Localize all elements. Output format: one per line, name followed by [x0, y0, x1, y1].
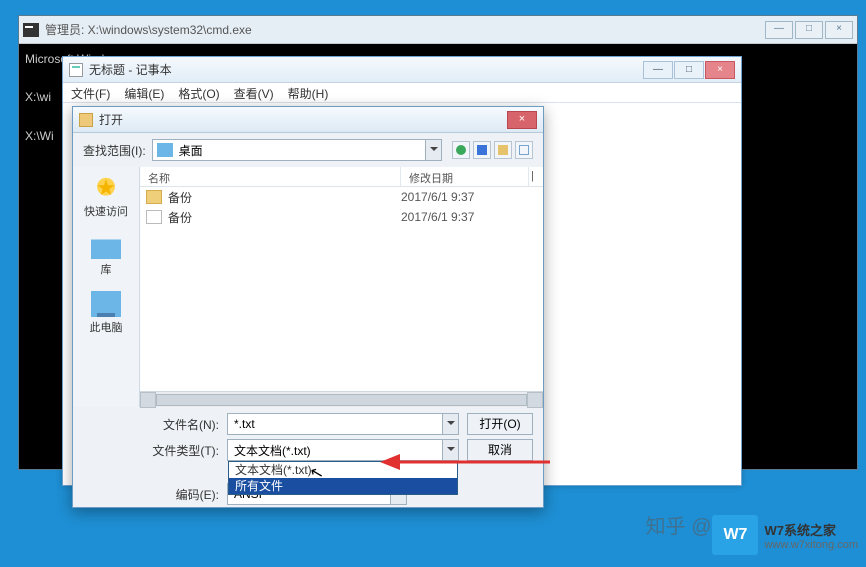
menu-file[interactable]: 文件(F) [71, 85, 110, 100]
sidebar-label: 库 [101, 261, 112, 277]
chevron-down-icon[interactable] [425, 140, 441, 160]
filetype-value: 文本文档(*.txt) [228, 442, 442, 459]
sidebar-quick-access[interactable]: 快速访问 [84, 175, 128, 219]
menu-edit[interactable]: 编辑(E) [124, 85, 164, 100]
filename-label: 文件名(N): [149, 416, 219, 433]
lookin-label: 查找范围(I): [83, 142, 146, 159]
lookin-combo[interactable]: 桌面 [152, 139, 442, 161]
horizontal-scrollbar[interactable] [140, 391, 543, 407]
notepad-maximize-button[interactable]: □ [674, 61, 704, 79]
col-extra[interactable]: | [529, 167, 543, 186]
up-icon[interactable] [473, 141, 491, 159]
view-menu-icon[interactable] [515, 141, 533, 159]
dialog-titlebar[interactable]: 打开 × [73, 107, 543, 133]
dialog-bottom: 文件名(N): *.txt 打开(O) 文件类型(T): 文本文档(*.txt)… [73, 407, 543, 515]
scroll-thumb[interactable] [156, 394, 527, 406]
pc-icon [91, 291, 121, 317]
notepad-close-button[interactable]: × [705, 61, 735, 79]
w7-text-cn: W7系统之家 [764, 520, 858, 539]
scroll-left-button[interactable] [140, 392, 156, 408]
chevron-down-icon[interactable] [442, 414, 458, 434]
library-icon [91, 233, 121, 259]
row-name: 备份 [168, 189, 401, 206]
cmd-maximize-button[interactable]: □ [795, 21, 823, 39]
menu-format[interactable]: 格式(O) [178, 85, 219, 100]
sidebar-label: 快速访问 [84, 203, 128, 219]
filename-input[interactable]: *.txt [227, 413, 459, 435]
sidebar-libraries[interactable]: 库 [91, 233, 121, 277]
filetype-combo[interactable]: 文本文档(*.txt) 文本文档(*.txt)所有文件 [227, 439, 459, 461]
cmd-line: X:\wi [25, 90, 51, 104]
dialog-close-button[interactable]: × [507, 111, 537, 129]
row-date: 2017/6/1 9:37 [401, 210, 529, 224]
open-dialog: 打开 × 查找范围(I): 桌面 快速访问 库 [72, 106, 544, 508]
row-date: 2017/6/1 9:37 [401, 190, 529, 204]
folder-open-icon [79, 113, 93, 127]
filetype-label: 文件类型(T): [149, 442, 219, 459]
col-date[interactable]: 修改日期 [401, 167, 529, 186]
scroll-right-button[interactable] [527, 392, 543, 408]
w7-watermark: W7 W7系统之家 www.w7xitong.com [712, 515, 858, 555]
notepad-minimize-button[interactable]: — [643, 61, 673, 79]
filetype-option[interactable]: 文本文档(*.txt) [229, 462, 457, 478]
menu-help[interactable]: 帮助(H) [288, 85, 329, 100]
sidebar-this-pc[interactable]: 此电脑 [90, 291, 123, 335]
desktop-icon [157, 143, 173, 157]
cancel-button[interactable]: 取消 [467, 439, 533, 461]
menu-view[interactable]: 查看(V) [234, 85, 274, 100]
list-item[interactable]: 备份2017/6/1 9:37 [140, 187, 543, 207]
filetype-option[interactable]: 所有文件 [229, 478, 457, 494]
places-sidebar: 快速访问 库 此电脑 [73, 167, 139, 407]
encoding-label: 编码(E): [149, 486, 219, 503]
list-item[interactable]: 备份2017/6/1 9:37 [140, 207, 543, 227]
filetype-dropdown: 文本文档(*.txt)所有文件 [228, 461, 458, 495]
sidebar-label: 此电脑 [90, 319, 123, 335]
cmd-close-button[interactable]: × [825, 21, 853, 39]
notepad-menubar: 文件(F) 编辑(E) 格式(O) 查看(V) 帮助(H) [63, 83, 741, 103]
file-list[interactable]: 备份2017/6/1 9:37备份2017/6/1 9:37 [140, 187, 543, 391]
cmd-titlebar[interactable]: 管理员: X:\windows\system32\cmd.exe — □ × [19, 16, 857, 44]
file-icon [146, 210, 162, 224]
file-list-pane: 名称 修改日期 | 备份2017/6/1 9:37备份2017/6/1 9:37 [139, 167, 543, 407]
folder-icon [146, 190, 162, 204]
cmd-line: X:\Wi [25, 129, 54, 143]
star-icon [91, 175, 121, 201]
dialog-title: 打开 [99, 111, 123, 128]
back-icon[interactable] [452, 141, 470, 159]
lookin-row: 查找范围(I): 桌面 [73, 133, 543, 167]
w7-badge: W7 [712, 515, 758, 555]
notepad-titlebar[interactable]: 无标题 - 记事本 — □ × [63, 57, 741, 83]
cmd-icon [23, 23, 39, 37]
list-header: 名称 修改日期 | [140, 167, 543, 187]
notepad-title: 无标题 - 记事本 [89, 61, 172, 78]
lookin-value: 桌面 [177, 142, 425, 159]
notepad-icon [69, 63, 83, 77]
open-button[interactable]: 打开(O) [467, 413, 533, 435]
row-name: 备份 [168, 209, 401, 226]
new-folder-icon[interactable] [494, 141, 512, 159]
col-name[interactable]: 名称 [140, 167, 401, 186]
cmd-title: 管理员: X:\windows\system32\cmd.exe [45, 21, 252, 38]
filename-value: *.txt [228, 417, 442, 431]
chevron-down-icon[interactable] [442, 440, 458, 460]
w7-text-url: www.w7xitong.com [764, 539, 858, 551]
cmd-minimize-button[interactable]: — [765, 21, 793, 39]
